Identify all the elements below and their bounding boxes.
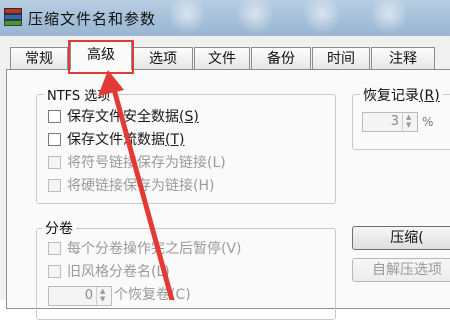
checkbox-box[interactable] <box>48 242 61 255</box>
button-key: ( <box>418 230 424 246</box>
window-title: 压缩文件名和参数 <box>28 10 157 28</box>
ntfs-group-legend: NTFS 选项 <box>44 85 114 104</box>
option-key: (T) <box>165 132 185 148</box>
option-key: (S) <box>179 109 199 125</box>
percent-unit: % <box>422 115 434 129</box>
option-key: (L) <box>151 264 170 280</box>
option-key: (L) <box>207 155 226 171</box>
title-bar: 压缩文件名和参数 <box>0 0 450 36</box>
option-key: (H) <box>193 178 215 194</box>
titlebar-decoration <box>238 0 272 36</box>
tab-general[interactable]: 常规 <box>10 47 68 69</box>
option-label: 保存文件流数据 <box>67 132 165 148</box>
tab-time[interactable]: 时间 <box>312 47 370 69</box>
option-key: (V) <box>221 241 242 257</box>
recovery-record-legend: 恢复记录(R) <box>360 85 443 105</box>
option-label: 旧风格分卷名 <box>67 264 151 280</box>
spinner-arrows[interactable]: ▲ ▼ <box>402 113 417 131</box>
recovery-volumes-spinner[interactable]: 0 ▲ ▼ <box>48 286 112 306</box>
checkbox-box[interactable] <box>48 156 61 169</box>
titlebar-decoration <box>305 0 339 36</box>
sfx-options-button[interactable]: 自解压选项 <box>352 258 450 282</box>
titlebar-decoration <box>170 0 204 36</box>
spinner-value: 0 <box>84 288 93 303</box>
recovery-volumes-label: 个恢复卷(C) <box>114 287 191 303</box>
button-label: 压缩 <box>390 230 419 246</box>
active-tab-highlight-box <box>68 40 134 74</box>
tab-files[interactable]: 文件 <box>194 47 250 69</box>
checkbox-box[interactable] <box>48 179 61 192</box>
checkbox-box[interactable] <box>48 265 61 278</box>
tab-backup[interactable]: 备份 <box>251 47 311 69</box>
tab-comment[interactable]: 注释 <box>371 47 435 69</box>
compress-button[interactable]: 压缩( <box>352 226 450 250</box>
volumes-group-legend: 分卷 <box>42 218 76 238</box>
spinner-arrows[interactable]: ▲ ▼ <box>96 287 111 305</box>
tab-options[interactable]: 选项 <box>133 47 193 69</box>
titlebar-decoration <box>372 0 406 36</box>
recovery-percent-spinner[interactable]: 3 ▲ ▼ <box>362 112 418 132</box>
winrar-books-icon <box>4 8 22 26</box>
checkbox-box[interactable] <box>48 133 61 146</box>
option-label: 将硬链接保存为链接 <box>67 178 193 194</box>
spinner-value: 3 <box>390 114 399 129</box>
checkbox-box[interactable] <box>48 110 61 123</box>
option-label: 每个分卷操作完之后暂停 <box>67 241 221 257</box>
option-label: 将符号链接保存为链接 <box>67 155 207 171</box>
option-label: 保存文件安全数据 <box>67 109 179 125</box>
